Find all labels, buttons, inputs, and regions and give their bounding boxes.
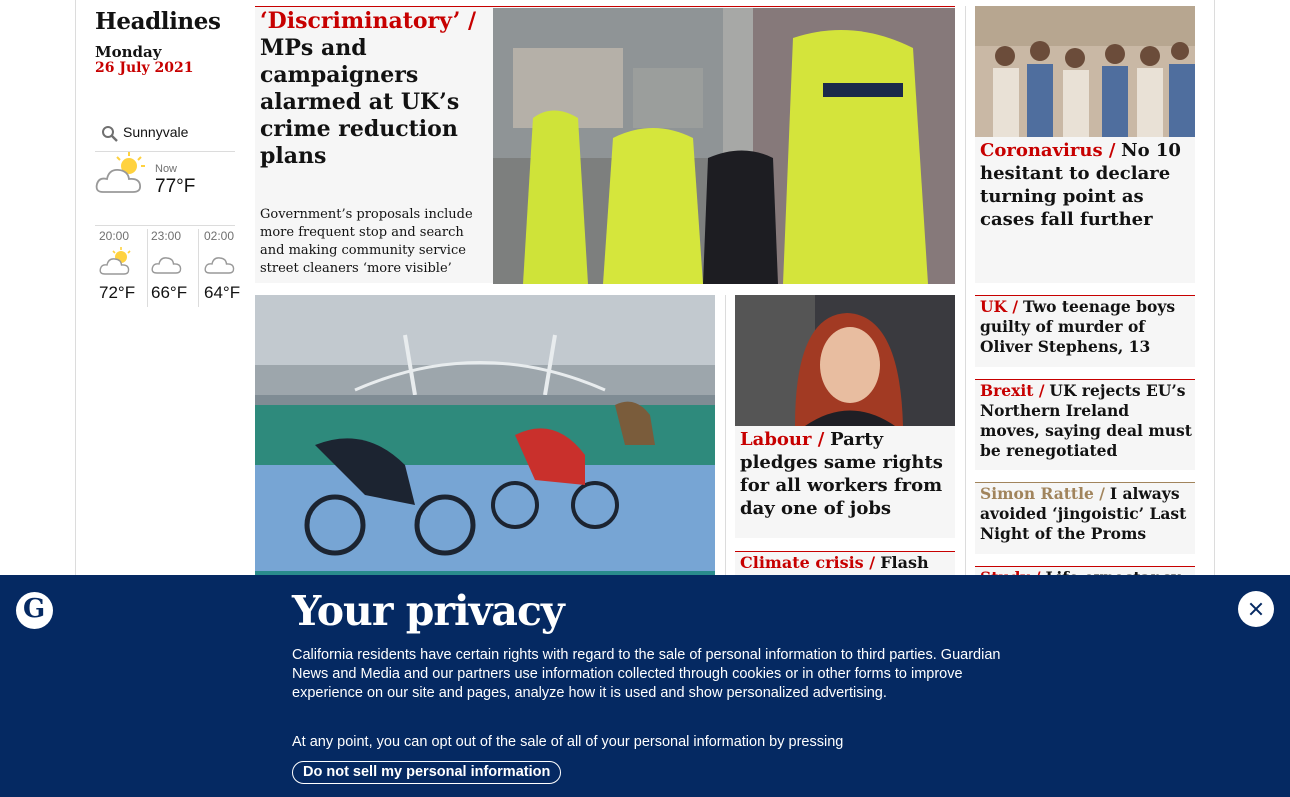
story-card-rattle[interactable]: Simon Rattle / I always avoided ‘jingois… (975, 482, 1195, 554)
story-card-uk[interactable]: UK / Two teenage boys guilty of murder o… (975, 295, 1195, 367)
guardian-logo-icon: G (16, 592, 53, 629)
story-headline[interactable]: Flash (880, 553, 928, 572)
cloud-icon (151, 257, 182, 274)
privacy-body: California residents have certain rights… (292, 647, 1001, 701)
lead-trail: Government’s proposals include more freq… (260, 207, 473, 276)
story-kicker: Labour / (740, 429, 825, 450)
forecast-time: 23:00 (151, 229, 182, 243)
weather-location[interactable]: Sunnyvale (123, 124, 188, 140)
close-icon[interactable] (1238, 591, 1274, 627)
column-divider (965, 6, 966, 586)
privacy-banner: G Your privacy California residents have… (0, 575, 1290, 797)
lead-kicker: ‘Discriminatory’ / (260, 8, 477, 34)
triathlon-image (255, 295, 715, 575)
weather-location-search[interactable]: Sunnyvale (95, 120, 235, 152)
forecast-divider (95, 225, 235, 226)
forecast-time: 02:00 (204, 229, 235, 243)
portrait-image (735, 295, 955, 426)
partly-cloudy-icon (95, 152, 145, 193)
privacy-body-optout: At any point, you can opt out of the sal… (292, 734, 844, 750)
forecast-slot: 23:00 66°F (147, 229, 195, 307)
forecast-time: 20:00 (99, 229, 130, 243)
forecast-slot: 02:00 64°F (198, 229, 246, 307)
lead-story-card[interactable]: ‘Discriminatory’ / MPs and campaigners a… (255, 6, 955, 284)
story-kicker: Simon Rattle / (980, 484, 1105, 503)
story-card-brexit[interactable]: Brexit / UK rejects EU’s Northern Irelan… (975, 379, 1195, 470)
forecast-temp: 72°F (99, 283, 136, 302)
do-not-sell-button[interactable]: Do not sell my personal information (292, 761, 562, 784)
column-divider (725, 295, 726, 585)
story-card-coronavirus[interactable]: Coronavirus / No 10 hesitant to declare … (975, 6, 1195, 283)
story-kicker: Brexit / (980, 381, 1045, 400)
headlines-date: 26 July 2021 (95, 60, 194, 76)
story-card-labour[interactable]: Labour / Party pledges same rights for a… (735, 295, 955, 538)
story-kicker: Climate crisis / (740, 553, 876, 572)
story-kicker: UK / (980, 297, 1019, 316)
weather-now-label: Now (155, 163, 178, 175)
privacy-title: Your privacy (292, 587, 565, 635)
search-icon (102, 126, 118, 142)
lead-headline[interactable]: MPs and campaigners alarmed at UK’s crim… (260, 35, 459, 169)
forecast-temp: 64°F (204, 283, 241, 302)
lead-image-police (493, 8, 955, 284)
headlines-title: Headlines (95, 8, 221, 35)
forecast-temp: 66°F (151, 283, 188, 302)
crowd-image (975, 6, 1195, 137)
guardian-logo-letter: G (23, 594, 46, 624)
weather-now-temp: 77°F (155, 176, 196, 197)
partly-cloudy-icon (99, 247, 131, 275)
cloud-icon (204, 257, 235, 274)
forecast-slot: 20:00 72°F (99, 229, 147, 307)
headlines-day: Monday (95, 43, 162, 61)
story-kicker: Coronavirus / (980, 140, 1116, 161)
